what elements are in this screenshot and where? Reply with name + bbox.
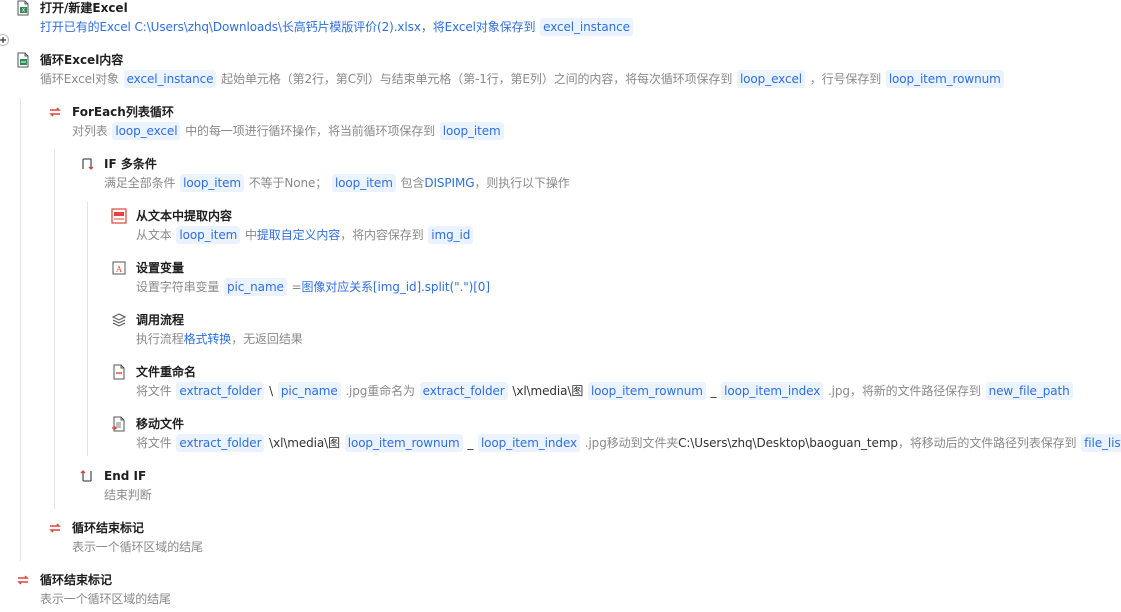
variable-tag[interactable]: excel_instance [123, 70, 217, 88]
step-title: 从文本中提取内容 [136, 209, 233, 223]
extract-text-icon [111, 208, 127, 224]
variable-tag[interactable]: loop_excel [736, 70, 805, 88]
step-title: 循环结束标记 [40, 573, 113, 587]
step-title: IF 多条件 [104, 157, 157, 171]
variable-tag[interactable]: pic_name [224, 278, 287, 296]
layers-icon [111, 313, 127, 327]
svg-text:X: X [22, 8, 26, 14]
step-description: 循环Excel对象 excel_instance 起始单元格（第2行，第C列）与… [40, 70, 1005, 88]
variable-tag[interactable]: loop_item [176, 226, 241, 244]
expand-icon[interactable] [0, 34, 9, 46]
step-title: 循环结束标记 [72, 521, 145, 535]
step-description: 表示一个循环区域的结尾 [40, 592, 171, 606]
variable-tag[interactable]: img_id [428, 226, 474, 244]
step-title: 调用流程 [136, 313, 185, 327]
step-title: 设置变量 [136, 261, 185, 275]
step-title: 移动文件 [136, 417, 185, 431]
variable-tag[interactable]: loop_item [331, 174, 396, 192]
step-description: 将文件 extract_folder \xl\media\图 loop_item… [136, 434, 1121, 452]
step-description: 打开已有的Excel C:\Users\zhq\Downloads\长高钙片模版… [40, 18, 634, 36]
step-description: 从文本 loop_item 中提取自定义内容，将内容保存到 img_id [136, 226, 474, 244]
variable-tag[interactable]: extract_folder [176, 434, 265, 452]
variable-tag[interactable]: loop_item_index [477, 434, 581, 452]
end-branch-icon [80, 470, 92, 482]
variable-tag[interactable]: file_list [1081, 434, 1121, 452]
move-file-icon [112, 416, 125, 432]
variable-icon: A [112, 261, 126, 275]
branch-icon [82, 158, 94, 170]
variable-tag[interactable]: pic_name [277, 382, 341, 400]
step-description: 设置字符串变量 pic_name =图像对应关系[img_id].split("… [136, 278, 490, 296]
variable-tag[interactable]: loop_excel [112, 122, 181, 140]
variable-tag[interactable]: excel_instance [540, 18, 633, 36]
tree-guide-line [87, 202, 88, 456]
excel-loop-icon [17, 52, 29, 68]
step-description: 表示一个循环区域的结尾 [72, 540, 203, 554]
step-description: 满足全部条件 loop_item 不等于None； loop_item 包含DI… [104, 174, 570, 192]
step-title: 打开/新建Excel [40, 1, 128, 15]
step-description: 对列表 loop_excel 中的每一项进行循环操作，将当前循环项保存到 loo… [72, 122, 505, 140]
step-title: End IF [104, 469, 147, 483]
tree-guide-line [54, 150, 55, 509]
variable-tag[interactable]: loop_item [180, 174, 244, 192]
variable-tag[interactable]: extract_folder [419, 382, 508, 400]
loop-icon [49, 107, 61, 117]
rename-file-icon [113, 364, 125, 380]
step-title: 循环Excel内容 [40, 53, 124, 67]
variable-tag[interactable]: loop_item [439, 122, 504, 140]
step-title: ForEach列表循环 [72, 105, 174, 119]
variable-tag[interactable]: loop_item_index [721, 382, 824, 400]
tree-guide-line [20, 98, 21, 561]
variable-tag[interactable]: loop_item_rownum [885, 70, 1004, 88]
step-description: 结束判断 [104, 488, 152, 502]
variable-tag[interactable]: new_file_path [985, 382, 1073, 400]
excel-file-icon: X [17, 0, 29, 16]
step-description: 将文件 extract_folder \ pic_name .jpg重命名为 e… [136, 382, 1074, 400]
step-title: 文件重命名 [136, 365, 197, 379]
variable-tag[interactable]: loop_item_rownum [344, 434, 463, 452]
svg-text:A: A [115, 265, 122, 274]
loop-end-icon [49, 523, 61, 533]
loop-end-icon [17, 575, 29, 585]
variable-tag[interactable]: loop_item_rownum [587, 382, 706, 400]
variable-tag[interactable]: extract_folder [176, 382, 265, 400]
step-description: 执行流程格式转换，无返回结果 [136, 332, 303, 346]
